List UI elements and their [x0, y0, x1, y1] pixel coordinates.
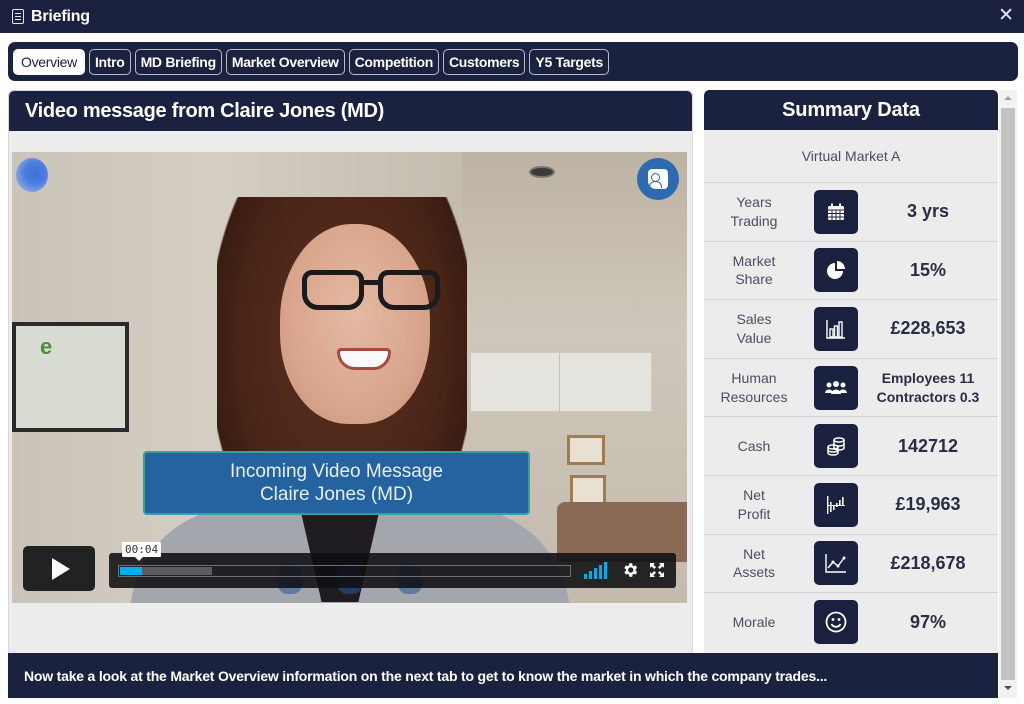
- waterfall-chart-icon: [814, 482, 858, 527]
- volume-level-bar: [594, 568, 597, 579]
- contact-card-button[interactable]: [637, 158, 679, 200]
- stat-row-net-profit: Net Profit £19,963: [704, 476, 998, 535]
- volume-level-bar: [604, 562, 607, 579]
- smiley-icon: [814, 600, 858, 645]
- video-person: [337, 348, 391, 370]
- stat-label: Sales Value: [736, 311, 772, 346]
- bar-chart-icon: [814, 306, 858, 351]
- video-background: [529, 166, 555, 178]
- stat-row-morale: Morale 97%: [704, 593, 998, 652]
- window-title: Briefing: [31, 7, 90, 25]
- stat-value: £19,963: [895, 494, 961, 515]
- stat-label: Cash: [737, 437, 771, 454]
- stat-value: 3 yrs: [906, 201, 950, 222]
- stat-value: 142712: [897, 435, 959, 456]
- tab-y5-targets[interactable]: Y5 Targets: [529, 48, 609, 75]
- play-button[interactable]: [23, 546, 95, 591]
- volume-level-bar: [589, 571, 592, 579]
- clipboard-icon: [12, 9, 24, 24]
- video-person: [280, 224, 430, 424]
- stat-label: Human Resources: [720, 370, 788, 405]
- summary-title: Summary Data: [704, 90, 998, 130]
- stat-value: £218,678: [890, 552, 966, 573]
- summary-panel: Summary Data Virtual Market A Years Tradi…: [704, 90, 998, 653]
- scrollbar-thumb[interactable]: [1001, 108, 1015, 680]
- stat-label: Market Share: [732, 252, 776, 288]
- brand-logo-icon: [16, 158, 48, 192]
- volume-button[interactable]: [584, 562, 610, 579]
- incoming-message-overlay: Incoming Video Message Claire Jones (MD): [143, 451, 530, 515]
- volume-level-bar: [584, 574, 587, 579]
- stat-label: Net Profit: [737, 487, 771, 522]
- tab-customers[interactable]: Customers: [442, 48, 526, 75]
- stat-value: £228,653: [890, 318, 966, 339]
- stat-value: 15%: [909, 259, 947, 280]
- video-background: [570, 475, 606, 505]
- stat-row-cash: Cash 142712: [704, 417, 998, 476]
- video-background: [567, 435, 605, 465]
- fullscreen-icon[interactable]: [649, 562, 665, 578]
- contact-card-icon: [648, 169, 668, 189]
- line-chart-icon: [814, 541, 858, 586]
- video-person: [302, 270, 442, 310]
- settings-gear-icon[interactable]: [621, 561, 639, 579]
- incoming-message-line2: Claire Jones (MD): [259, 484, 414, 505]
- stat-row-sales-value: Sales Value £228,653: [704, 300, 998, 359]
- close-icon[interactable]: ✕: [998, 5, 1014, 27]
- pie-chart-icon: [814, 248, 858, 293]
- current-time-tooltip: 00:04: [122, 542, 162, 561]
- scroll-up-arrow-icon[interactable]: [1004, 96, 1012, 100]
- progress-played: [120, 567, 143, 575]
- play-icon: [52, 557, 70, 580]
- video-panel-title: Video message from Claire Jones (MD): [9, 91, 692, 131]
- stat-row-years-trading: Years Trading 3 yrs: [704, 183, 998, 242]
- stat-row-net-assets: Net Assets £218,678: [704, 535, 998, 594]
- coins-icon: [814, 424, 858, 469]
- instruction-banner: Now take a look at the Market Overview i…: [8, 653, 998, 698]
- video-background: [470, 352, 652, 413]
- tab-bar: Overview Intro MD Briefing Market Overvi…: [8, 42, 1018, 81]
- tab-md-briefing[interactable]: MD Briefing: [134, 48, 222, 75]
- video-controls: [109, 553, 676, 588]
- title-bar: Briefing ✕: [0, 0, 1024, 33]
- scroll-down-arrow-icon[interactable]: [1004, 686, 1012, 690]
- tab-overview[interactable]: Overview: [13, 48, 85, 75]
- stat-label: Morale: [732, 614, 776, 631]
- tab-intro[interactable]: Intro: [88, 48, 131, 75]
- people-icon: [814, 365, 858, 410]
- stat-row-market-share: Market Share 15%: [704, 242, 998, 301]
- video-background: e: [12, 322, 129, 432]
- summary-scrollbar[interactable]: [999, 90, 1017, 698]
- video-player[interactable]: e Incoming Video Message Claire Jones (M…: [12, 152, 687, 603]
- video-panel: Video message from Claire Jones (MD) e I…: [8, 90, 693, 698]
- volume-level-bar: [599, 565, 602, 579]
- stat-label: Net Assets: [732, 545, 775, 581]
- stat-row-human-resources: Human Resources Employees 11 Contractors 0…: [704, 359, 998, 418]
- stat-value: 97%: [909, 611, 947, 632]
- progress-bar[interactable]: [118, 565, 571, 577]
- market-name: Virtual Market A: [704, 130, 998, 183]
- incoming-message-line1: Incoming Video Message: [230, 461, 443, 482]
- stat-value: Employees 11 Contractors 0.3: [876, 369, 980, 405]
- tab-market-overview[interactable]: Market Overview: [225, 48, 345, 75]
- tab-competition[interactable]: Competition: [348, 48, 439, 75]
- stat-label: Years Trading: [730, 194, 778, 229]
- calendar-icon: [814, 189, 858, 234]
